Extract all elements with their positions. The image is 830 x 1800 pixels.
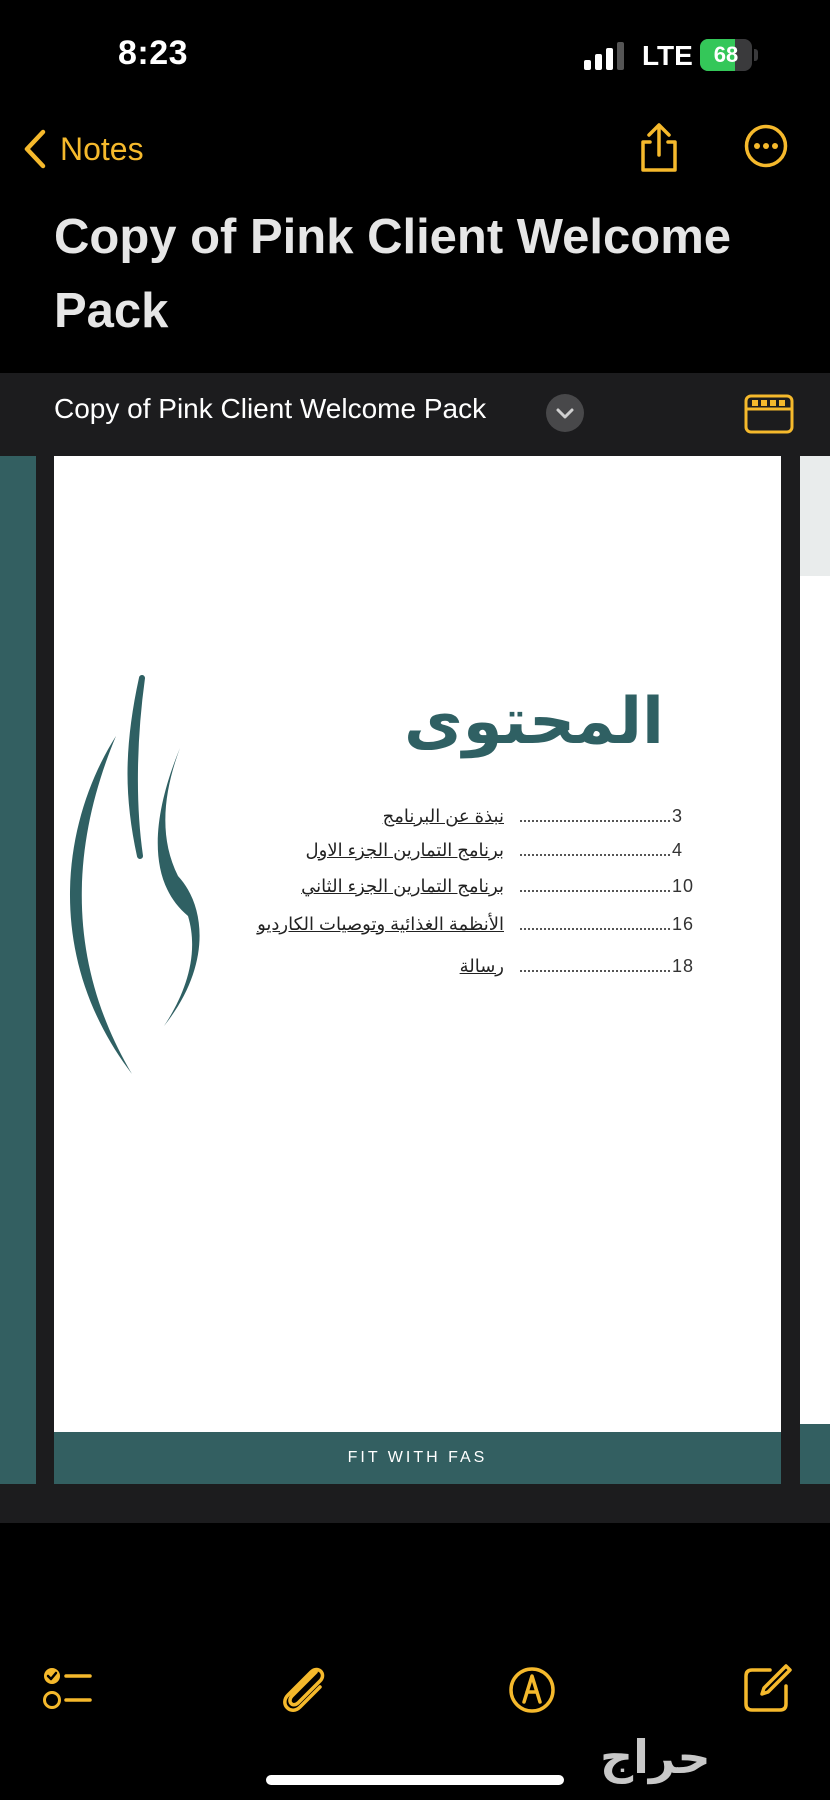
back-button[interactable]: Notes	[22, 124, 144, 174]
toc-page-number: 3	[672, 806, 684, 826]
attachment-icon	[283, 1667, 325, 1712]
page-thumbnails-button[interactable]	[744, 394, 794, 434]
toc-page-number: 4	[672, 840, 684, 860]
toc-item-label: نبذة عن البرنامج	[382, 806, 504, 826]
cellular-signal-icon	[584, 42, 628, 70]
toc-item-label: رسالة	[459, 956, 504, 976]
chevron-down-icon	[556, 408, 574, 419]
share-icon	[641, 123, 677, 172]
previous-page-edge[interactable]	[0, 456, 36, 1484]
share-button[interactable]	[636, 122, 682, 174]
attachment-options-button[interactable]	[546, 394, 584, 432]
toc-item[interactable]: 3 نبذة عن البرنامج	[204, 806, 781, 840]
carrier-label: LTE	[642, 40, 693, 71]
toc-leader	[520, 890, 670, 892]
toc-page-number: 18	[672, 956, 695, 976]
next-page-edge[interactable]	[800, 456, 830, 1484]
toc-item-label: الأنظمة الغذائية وتوصيات الكارديو	[257, 914, 504, 934]
toc-item[interactable]: 4 برنامج التمارين الجزء الاول	[204, 840, 781, 874]
toc-leader	[520, 928, 670, 930]
table-of-contents: 3 نبذة عن البرنامج 4 برنامج التمارين الج…	[54, 456, 781, 1484]
attachment-name: Copy of Pink Client Welcome Pack	[54, 393, 487, 424]
status-time: 8:23	[118, 34, 189, 72]
page-grid-icon	[744, 394, 794, 434]
toc-leader	[520, 970, 670, 972]
home-indicator[interactable]	[266, 1775, 564, 1785]
checklist-icon	[43, 1668, 92, 1709]
note-title[interactable]: Copy of Pink Client Welcome Pack	[54, 200, 794, 348]
ellipsis-circle-icon	[744, 124, 788, 168]
battery-icon: 68	[700, 39, 758, 71]
toc-page-number: 10	[672, 876, 695, 896]
battery-level: 68	[713, 42, 739, 67]
toc-item-label: برنامج التمارين الجزء الاول	[305, 840, 504, 860]
toc-item[interactable]: 16 الأنظمة الغذائية وتوصيات الكارديو	[204, 914, 781, 948]
compose-button[interactable]	[740, 1660, 796, 1716]
page-footer: FIT WITH FAS	[54, 1432, 781, 1484]
chevron-left-icon	[24, 129, 46, 169]
compose-icon	[744, 1664, 792, 1712]
watermark: حراج	[600, 1731, 711, 1783]
checklist-button[interactable]	[40, 1660, 96, 1716]
toc-item[interactable]: 10 برنامج التمارين الجزء الثاني	[204, 876, 781, 910]
pdf-page: المحتوى 3 نبذة عن البرنامج 4 برنامج التم…	[54, 456, 781, 1484]
toc-item[interactable]: 18 رسالة	[204, 956, 781, 990]
toc-item-label: برنامج التمارين الجزء الثاني	[301, 876, 504, 896]
attach-button[interactable]	[276, 1662, 332, 1718]
back-label: Notes	[60, 130, 144, 167]
toc-leader	[520, 854, 670, 856]
markup-button[interactable]	[504, 1662, 560, 1718]
toc-page-number: 16	[672, 914, 695, 934]
more-button[interactable]	[744, 124, 788, 168]
markup-icon	[509, 1667, 555, 1713]
toc-leader	[520, 820, 670, 822]
